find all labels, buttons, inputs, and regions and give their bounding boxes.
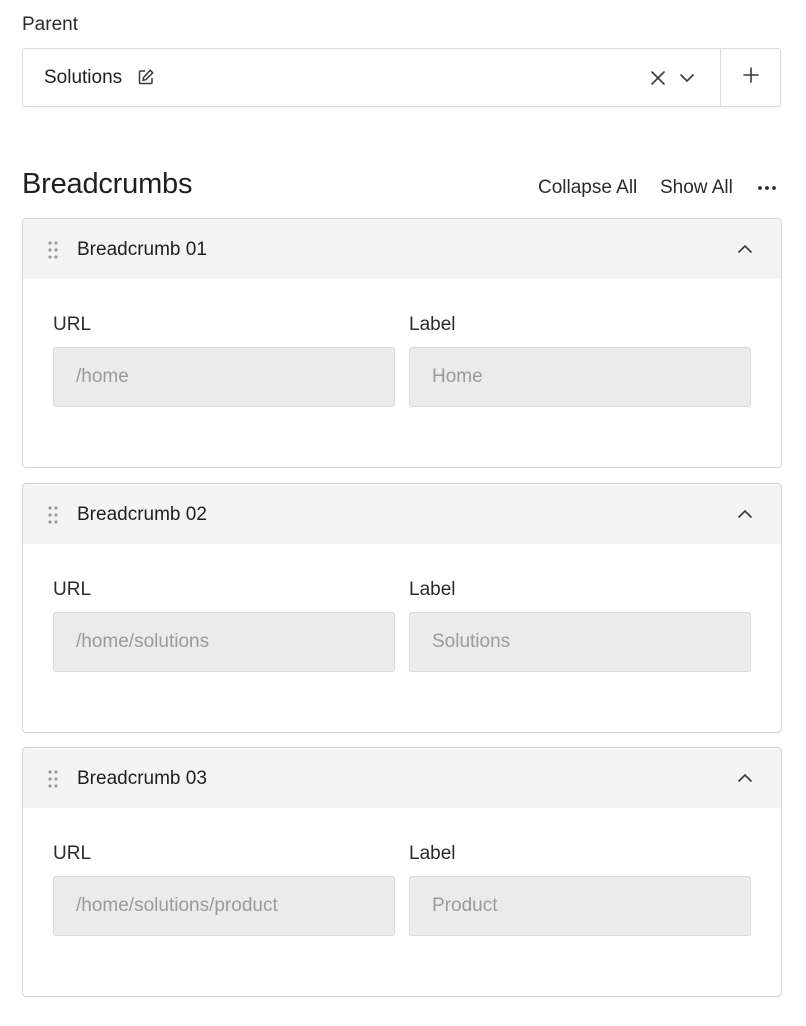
- chevron-down-icon[interactable]: [677, 68, 697, 88]
- chevron-up-icon[interactable]: [735, 504, 755, 524]
- url-input[interactable]: /home/solutions/product: [53, 876, 395, 936]
- label-input[interactable]: Product: [409, 876, 751, 936]
- url-field-label: URL: [53, 579, 92, 600]
- breadcrumb-card: Breadcrumb 02 URL Label /home/solutions …: [22, 483, 782, 733]
- collapse-all-button[interactable]: Collapse All: [538, 177, 637, 199]
- breadcrumb-card-title: Breadcrumb 02: [77, 504, 207, 525]
- drag-handle-icon[interactable]: [47, 769, 59, 789]
- edit-icon[interactable]: [137, 68, 155, 86]
- breadcrumb-card: Breadcrumb 03 URL Label /home/solutions/…: [22, 747, 782, 997]
- url-field-label: URL: [53, 314, 92, 335]
- show-all-button[interactable]: Show All: [660, 177, 733, 199]
- more-horizontal-icon[interactable]: [754, 180, 780, 196]
- url-input[interactable]: /home/solutions: [53, 612, 395, 672]
- breadcrumb-card-header[interactable]: Breadcrumb 03: [23, 748, 781, 808]
- section-title: Breadcrumbs: [22, 168, 193, 200]
- url-input[interactable]: /home: [53, 347, 395, 407]
- drag-handle-icon[interactable]: [47, 505, 59, 525]
- chevron-up-icon[interactable]: [735, 768, 755, 788]
- breadcrumb-card: Breadcrumb 01 URL Label /home Home: [22, 218, 782, 468]
- label-input[interactable]: Home: [409, 347, 751, 407]
- parent-select[interactable]: Solutions: [22, 48, 781, 107]
- drag-handle-icon[interactable]: [47, 240, 59, 260]
- breadcrumbs-editor-panel: Parent Solutions Breadcrumbs Collapse Al…: [0, 0, 806, 1026]
- label-input[interactable]: Solutions: [409, 612, 751, 672]
- label-field-label: Label: [409, 314, 456, 335]
- label-field-label: Label: [409, 843, 456, 864]
- label-field-label: Label: [409, 579, 456, 600]
- breadcrumb-card-title: Breadcrumb 01: [77, 239, 207, 260]
- clear-icon[interactable]: [648, 68, 668, 88]
- breadcrumb-card-title: Breadcrumb 03: [77, 768, 207, 789]
- breadcrumb-card-header[interactable]: Breadcrumb 02: [23, 484, 781, 544]
- add-parent-button[interactable]: [721, 49, 781, 106]
- breadcrumb-card-header[interactable]: Breadcrumb 01: [23, 219, 781, 279]
- parent-selected-value[interactable]: Solutions: [44, 67, 122, 89]
- parent-field-label: Parent: [22, 14, 78, 35]
- chevron-up-icon[interactable]: [735, 239, 755, 259]
- plus-icon: [741, 65, 761, 90]
- url-field-label: URL: [53, 843, 92, 864]
